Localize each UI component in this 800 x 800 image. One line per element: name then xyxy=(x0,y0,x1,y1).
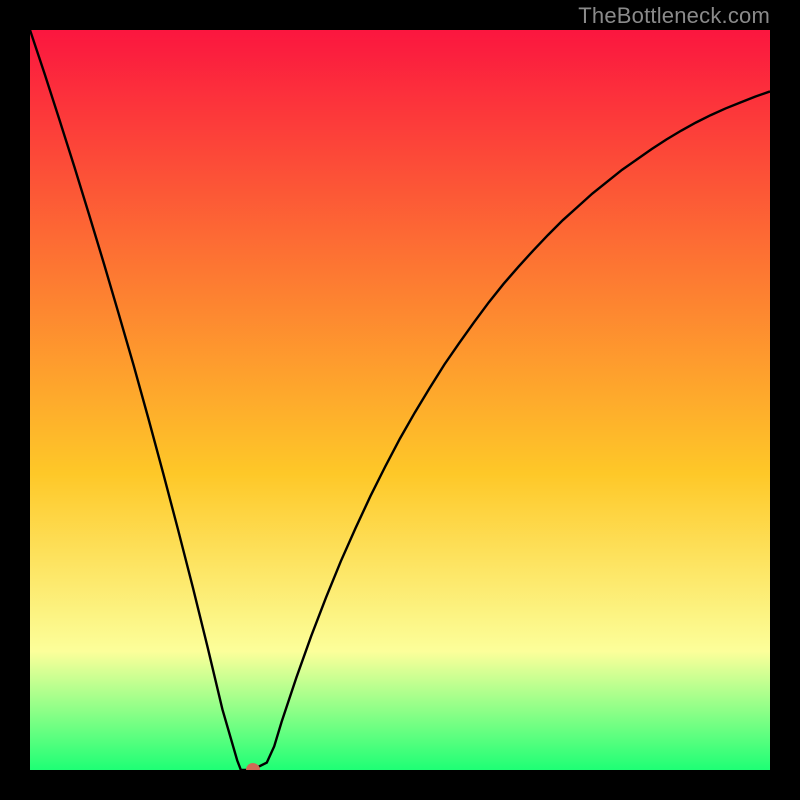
curve-line xyxy=(30,30,770,770)
minimum-marker xyxy=(246,763,260,770)
plot-area xyxy=(30,30,770,770)
chart-frame: TheBottleneck.com xyxy=(0,0,800,800)
watermark-text: TheBottleneck.com xyxy=(578,3,770,29)
